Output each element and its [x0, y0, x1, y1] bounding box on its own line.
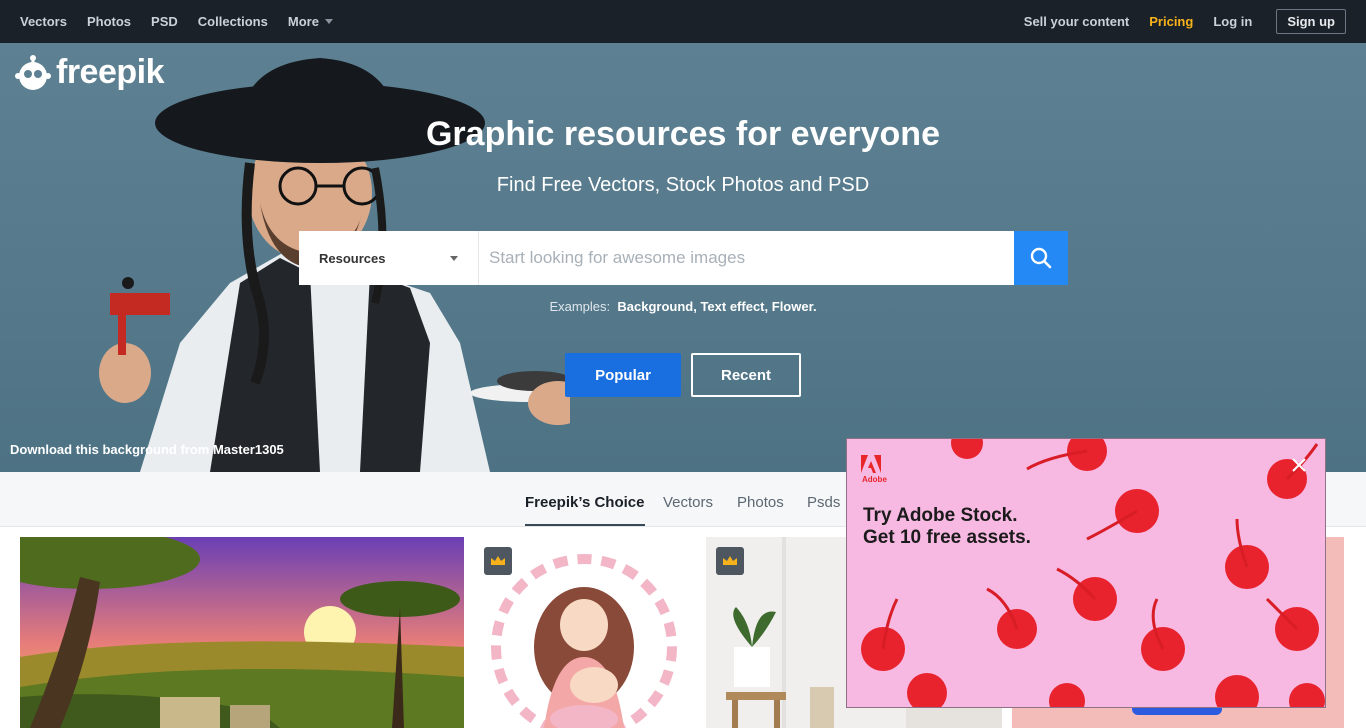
premium-badge [484, 547, 512, 575]
card-image [20, 537, 464, 728]
hero-subtitle: Find Free Vectors, Stock Photos and PSD [496, 174, 870, 196]
recent-button[interactable]: Recent [691, 353, 801, 397]
example-background[interactable]: Background [617, 299, 693, 314]
adobe-brand-label: Adobe [862, 475, 887, 484]
hero-title: Graphic resources for everyone [425, 115, 940, 153]
crown-icon [491, 556, 505, 565]
search-icon [1030, 247, 1052, 269]
search-bar: Resources [299, 231, 1068, 285]
hero-section: freepik Graphic resources for everyone F… [0, 43, 1366, 472]
tab-psds[interactable]: Psds [807, 472, 840, 527]
nav-photos[interactable]: Photos [87, 14, 131, 29]
tab-vectors[interactable]: Vectors [663, 472, 713, 527]
resource-card-savanna[interactable] [20, 537, 464, 728]
nav-left: Vectors Photos PSD Collections More [20, 14, 353, 29]
ad-headline-line1: Try Adobe Stock. [863, 505, 1018, 526]
tab-photos[interactable]: Photos [737, 472, 784, 527]
nav-collections[interactable]: Collections [198, 14, 268, 29]
top-navigation: Vectors Photos PSD Collections More Sell… [0, 0, 1366, 43]
adobe-stock-ad[interactable]: Adobe Try Adobe Stock. Get 10 free asset… [846, 438, 1326, 708]
crown-icon [723, 556, 737, 565]
signup-button[interactable]: Sign up [1276, 9, 1346, 34]
search-examples: Examples: Background, Text effect, Flowe… [549, 299, 817, 314]
nav-psd[interactable]: PSD [151, 14, 178, 29]
adobe-logo-icon [861, 455, 881, 473]
search-button[interactable] [1014, 231, 1068, 285]
nav-more-label: More [287, 14, 319, 29]
resource-type-label: Resources [319, 250, 386, 266]
login-link[interactable]: Log in [1213, 14, 1252, 29]
resource-card-mother-baby[interactable] [474, 537, 696, 728]
example-text-effect[interactable]: Text effect [700, 299, 764, 314]
logo-text: freepik [56, 53, 165, 91]
cherry-pattern [861, 439, 1325, 707]
background-credit[interactable]: Download this background from Master1305 [10, 442, 284, 457]
nav-vectors[interactable]: Vectors [20, 14, 67, 29]
nav-pricing[interactable]: Pricing [1149, 14, 1193, 29]
chevron-down-icon [450, 255, 458, 261]
ad-headline-line2: Get 10 free assets. [863, 527, 1031, 548]
tab-freepiks-choice[interactable]: Freepik’s Choice [525, 472, 645, 526]
popular-button[interactable]: Popular [565, 353, 681, 397]
freepik-logo-icon [15, 54, 51, 90]
freepik-logo[interactable]: freepik [14, 53, 165, 92]
resource-type-select[interactable]: Resources [299, 231, 479, 285]
nav-more[interactable]: More [288, 14, 333, 29]
examples-label: Examples: [549, 299, 611, 314]
nav-sell-content[interactable]: Sell your content [1024, 14, 1129, 29]
nav-right: Sell your content Pricing Log in Sign up [1004, 9, 1346, 34]
close-icon[interactable] [1290, 456, 1308, 474]
premium-badge [716, 547, 744, 575]
chevron-down-icon [324, 19, 333, 24]
example-flower[interactable]: Flower [772, 299, 813, 314]
search-input[interactable] [479, 231, 1014, 285]
